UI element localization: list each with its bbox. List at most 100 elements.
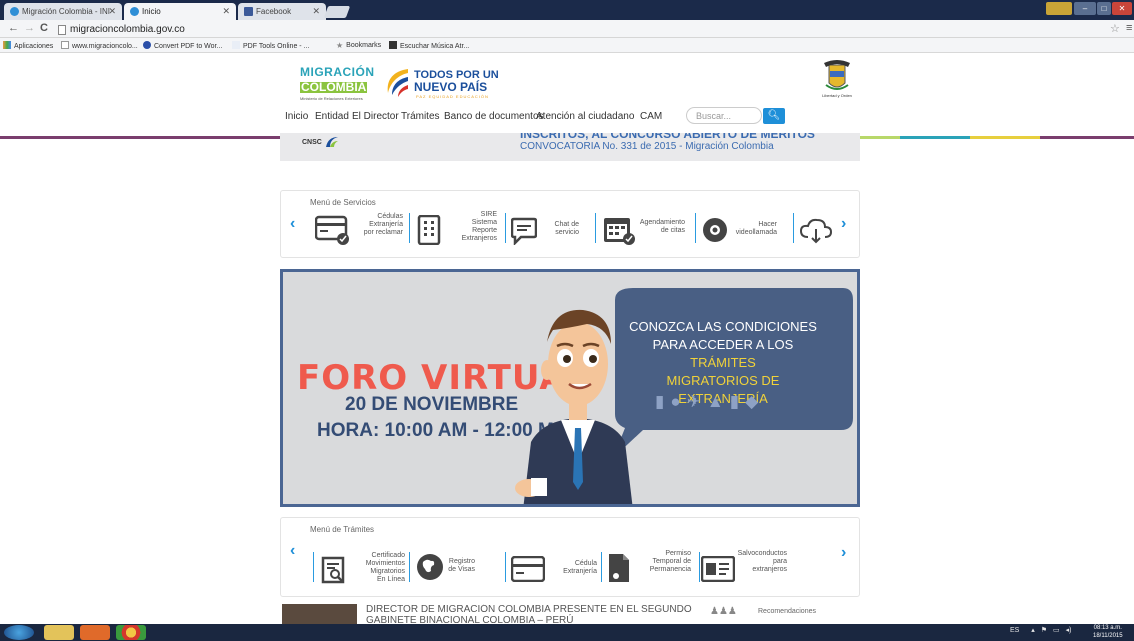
service-agendamiento[interactable]: Agendamiento de citas — [603, 209, 693, 253]
nav-entidad[interactable]: Entidad — [315, 111, 349, 122]
service-cedulas-extranjeria[interactable]: Cédulas Extranjería por reclamar — [315, 209, 405, 253]
separator — [313, 552, 314, 582]
tramite-permiso-temporal[interactable]: Permiso Temporal de Permanencia — [607, 548, 697, 592]
menu-icon[interactable]: ≡ — [1126, 22, 1132, 34]
url-text: migracioncolombia.gov.co — [70, 24, 185, 35]
tab-inicio[interactable]: Inicio ✕ — [124, 3, 236, 20]
maximize-button[interactable]: □ — [1097, 2, 1111, 15]
migracion-colombia-logo[interactable]: MIGRACIÓN COLOMBIA Ministerio de Relacio… — [300, 66, 375, 101]
flag-icon[interactable]: ⚑ — [1041, 627, 1047, 634]
service-label: Agendamiento de citas — [639, 219, 685, 234]
escudo-caption: Libertad y Orden — [822, 93, 852, 98]
tab-facebook[interactable]: Facebook ✕ — [238, 3, 326, 20]
windows-taskbar: ES ▴ ⚑ ▭ ◂) 08:13 a.m. 18/11/2015 — [0, 624, 1134, 641]
convert-icon — [143, 41, 151, 49]
facebook-icon — [244, 7, 253, 16]
close-icon[interactable]: ✕ — [222, 6, 230, 17]
people-icon: ♟♟♟ — [710, 606, 737, 617]
search-icon: 🔍︎ — [767, 110, 781, 121]
volume-icon[interactable]: ◂) — [1066, 627, 1072, 634]
convocatoria-banner[interactable]: CNSC INSCRITOS, AL CONCURSO ABIERTO DE M… — [280, 133, 860, 161]
browser-toolbar: ← → C migracioncolombia.gov.co ☆ ≡ — [0, 20, 1134, 38]
tramite-certificado-movimientos[interactable]: Certificado Movimientos Migratorios En Líne… — [321, 548, 409, 592]
file-explorer-icon[interactable] — [44, 625, 74, 640]
chat-icon — [511, 217, 537, 245]
news-headline[interactable]: DIRECTOR DE MIGRACIÓN COLOMBIA PRESENTE … — [366, 604, 692, 624]
thumbs-up-icon: ▲ — [706, 392, 730, 411]
bookmark-apps[interactable]: Aplicaciones — [3, 41, 53, 50]
tab-label: Inicio — [142, 7, 161, 16]
service-download[interactable] — [799, 209, 835, 253]
web-page: MIGRACIÓN COLOMBIA Ministerio de Relacio… — [0, 53, 1134, 624]
nav-banco-documentos[interactable]: Banco de documentos — [444, 111, 544, 122]
minimize-button[interactable]: – — [1074, 2, 1096, 15]
globe-icon — [417, 554, 443, 580]
page-icon — [61, 41, 69, 49]
site-favicon-icon — [130, 7, 139, 16]
close-icon[interactable]: ✕ — [312, 6, 320, 17]
document-icon — [609, 554, 629, 582]
tramites-next-arrow-icon[interactable]: › — [841, 544, 846, 562]
cloud-download-icon — [799, 218, 833, 244]
separator — [409, 552, 410, 582]
nav-tramites[interactable]: Trámites — [401, 111, 440, 122]
tramites-prev-arrow-icon[interactable]: ‹ — [290, 542, 295, 560]
user-profile-button[interactable] — [1046, 2, 1072, 15]
nav-atencion-ciudadano[interactable]: Atención al ciudadano — [536, 111, 634, 122]
apps-grid-icon — [3, 41, 11, 49]
businessman-illustration — [515, 309, 633, 504]
tramites-menu-title: Menú de Trámites — [310, 525, 375, 534]
webcam-icon — [703, 218, 727, 242]
reload-icon[interactable]: C — [40, 22, 48, 34]
separator — [505, 213, 506, 243]
nav-el-director[interactable]: El Director — [352, 111, 399, 122]
tramite-label: Permiso Temporal de Permanencia — [649, 550, 691, 573]
tab-migracion-ini[interactable]: Migración Colombia - INI ✕ — [4, 3, 122, 20]
site-header: MIGRACIÓN COLOMBIA Ministerio de Relacio… — [0, 53, 1134, 133]
browser-tab-bar: Migración Colombia - INI ✕ Inicio ✕ Face… — [0, 0, 1134, 20]
service-videollamada[interactable]: Hacer videollamada — [701, 209, 781, 253]
services-next-arrow-icon[interactable]: › — [841, 215, 846, 233]
separator — [699, 552, 700, 582]
news-item[interactable]: DIRECTOR DE MIGRACIÓN COLOMBIA PRESENTE … — [280, 604, 860, 624]
office-icon[interactable] — [80, 625, 110, 640]
search-button[interactable]: 🔍︎ — [763, 108, 785, 124]
tramite-cedula-extranjeria[interactable]: Cédula Extranjería — [511, 548, 597, 592]
show-hidden-icons-icon[interactable]: ▴ — [1031, 627, 1035, 634]
close-icon[interactable]: ✕ — [108, 6, 116, 17]
tramite-salvoconductos[interactable]: Salvoconductos para extranjeros — [701, 548, 791, 592]
address-bar[interactable]: migracioncolombia.gov.co — [56, 22, 1106, 37]
back-arrow-icon[interactable]: ← — [8, 22, 19, 34]
bookmark-convert-pdf[interactable]: Convert PDF to Wor... — [143, 41, 222, 50]
close-window-button[interactable]: ✕ — [1112, 2, 1132, 15]
nav-cam[interactable]: CAM — [640, 111, 662, 122]
calendar-icon — [604, 218, 635, 245]
bookmark-musica[interactable]: Escuchar Música Atr... — [389, 41, 469, 50]
language-indicator[interactable]: ES — [1010, 627, 1019, 634]
tramite-label: Cédula Extranjería — [563, 560, 597, 575]
recommendations-link[interactable]: Recomendaciones — [758, 608, 816, 615]
bookmark-pdf-tools[interactable]: PDF Tools Online - ... — [232, 41, 309, 50]
clock[interactable]: 08:13 a.m. 18/11/2015 — [1093, 624, 1123, 640]
tramite-label: Registro de Visas — [448, 558, 475, 573]
service-label: Chat de servicio — [554, 221, 579, 236]
bookmark-migracion[interactable]: www.migracioncolo... — [61, 41, 138, 50]
foro-virtual-banner[interactable]: FORO VIRTUAL 20 DE NOVIEMBRE HORA: 10:00… — [280, 269, 860, 507]
nav-inicio[interactable]: Inicio — [285, 111, 308, 122]
cnsc-swoosh-icon — [326, 137, 338, 147]
services-prev-arrow-icon[interactable]: ‹ — [290, 215, 295, 233]
service-chat[interactable]: Chat de servicio — [511, 209, 583, 253]
search-input[interactable]: Buscar... — [686, 107, 762, 124]
separator — [695, 213, 696, 243]
forward-arrow-icon[interactable]: → — [24, 22, 35, 34]
chrome-icon[interactable] — [116, 625, 146, 640]
network-icon[interactable]: ▭ — [1053, 627, 1060, 634]
start-button[interactable] — [4, 625, 34, 640]
strip-segment-4 — [970, 136, 1040, 139]
bookmark-bookmarks[interactable]: ★ Bookmarks — [336, 41, 381, 50]
service-label: Cédulas Extranjería por reclamar — [363, 213, 403, 236]
tramite-registro-visas[interactable]: Registro de Visas — [415, 548, 495, 592]
service-sire[interactable]: SIRE Sistema Reporte Extranjeros — [417, 209, 499, 253]
bookmark-star-icon[interactable]: ☆ — [1110, 22, 1120, 35]
new-tab-button[interactable] — [323, 6, 351, 18]
